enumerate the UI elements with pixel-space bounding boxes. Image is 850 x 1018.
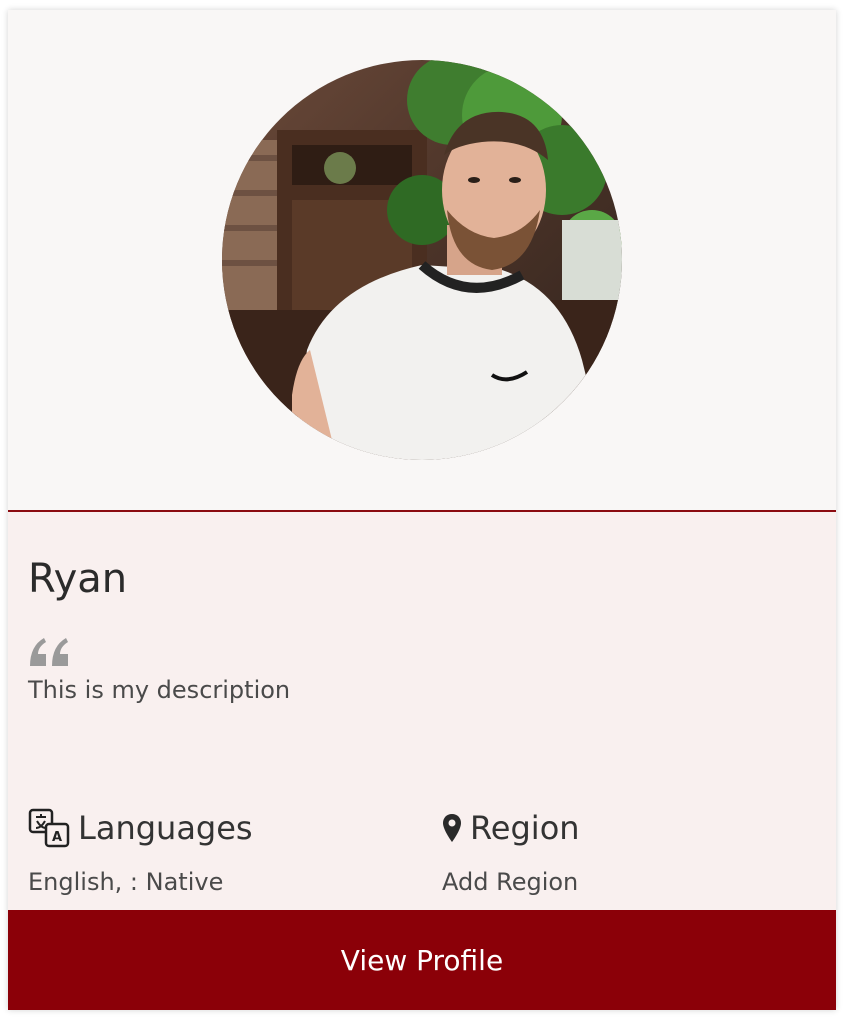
region-value[interactable]: Add Region bbox=[442, 868, 580, 896]
region-section: Region Add Region bbox=[442, 808, 580, 896]
languages-value: English, : Native bbox=[28, 868, 224, 896]
view-profile-button[interactable]: View Profile bbox=[8, 910, 836, 1010]
map-pin-icon bbox=[443, 814, 461, 842]
card-header bbox=[8, 10, 836, 512]
languages-section: A Languages English, : Native bbox=[28, 808, 253, 896]
region-title: Region bbox=[470, 809, 580, 847]
quote-icon bbox=[30, 638, 68, 666]
profile-name: Ryan bbox=[28, 556, 128, 602]
profile-card: Ryan This is my description A Languages … bbox=[8, 10, 836, 1010]
languages-title: Languages bbox=[78, 809, 253, 847]
svg-text:A: A bbox=[52, 830, 62, 845]
avatar bbox=[222, 60, 622, 460]
profile-description: This is my description bbox=[28, 676, 291, 704]
avatar-photo bbox=[222, 60, 622, 460]
translate-icon: A bbox=[28, 808, 70, 848]
card-body: Ryan This is my description A Languages … bbox=[8, 512, 836, 910]
